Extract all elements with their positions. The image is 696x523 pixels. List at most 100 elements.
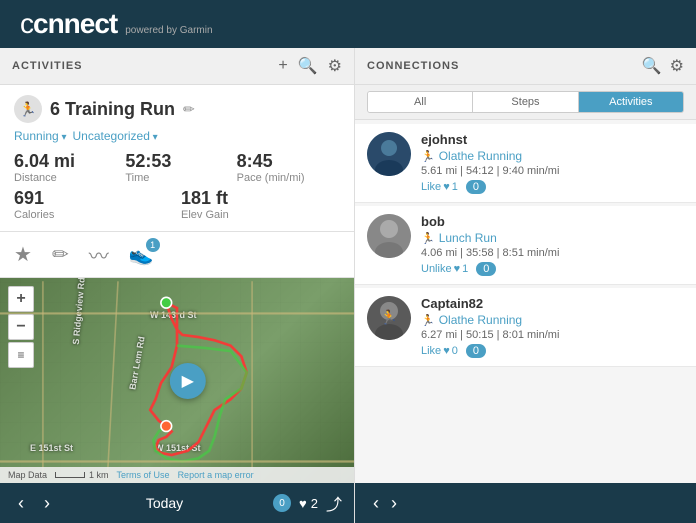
connections-title: CONNECTIONS (367, 60, 459, 72)
connections-header: CONNECTIONS 🔍 ⚙ (355, 48, 696, 85)
report-link[interactable]: Report a map error (178, 470, 254, 480)
like-label-captain82: Like (421, 345, 441, 357)
search-connections-button[interactable]: 🔍 (642, 56, 662, 76)
run-icon-3: 🏃 (421, 314, 435, 327)
like-ejohnst-button[interactable]: Like♥ 1 (421, 181, 458, 193)
logo: ccnnect (20, 8, 117, 40)
svg-text:🏃: 🏃 (380, 309, 397, 325)
conn-stats-ejohnst: 5.61 mi | 54:12 | 9:40 min/mi (421, 165, 684, 177)
zoom-out-button[interactable]: − (8, 314, 34, 340)
like-count: 2 (311, 496, 318, 511)
pace-value: 8:45 (237, 151, 340, 172)
search-activities-button[interactable]: 🔍 (298, 56, 318, 76)
conn-stats-captain82: 6.27 mi | 50:15 | 8:01 min/mi (421, 329, 684, 341)
edit-activity-icon[interactable]: ✏ (183, 101, 195, 118)
activities-bottom-nav: ‹ › Today 0 ♥ 2 ⤴ (0, 483, 354, 523)
stat-distance: 6.04 mi Distance (14, 151, 117, 184)
powered-by-text: powered by Garmin (125, 25, 212, 36)
comment-bob-button[interactable]: 0 (476, 262, 496, 276)
like-captain82-button[interactable]: Like♥ 0 (421, 345, 458, 357)
conn-activity-row-2: 🏃 Lunch Run (421, 231, 684, 245)
nav-prev-button[interactable]: ‹ (12, 491, 30, 516)
unlike-label-bob: Unlike (421, 263, 452, 275)
activity-run-icon: 🏃 (14, 95, 42, 123)
pace-label: Pace (min/mi) (237, 172, 340, 184)
comment-ejohnst-button[interactable]: 0 (466, 180, 486, 194)
conn-stats-bob: 4.06 mi | 35:58 | 8:51 min/mi (421, 247, 684, 259)
add-activity-button[interactable]: + (278, 57, 287, 75)
run-icon-1: 🏃 (421, 150, 435, 163)
connections-bottom-nav: ‹ › (355, 483, 696, 523)
time-label: Time (125, 172, 228, 184)
activities-panel: ACTIVITIES + 🔍 ⚙ 🏃 6 Training Run ✏ Runn… (0, 48, 355, 523)
connection-item: 🏃 Captain82 🏃 Olathe Running 6.27 mi | 5… (355, 288, 696, 367)
comment-captain82-button[interactable]: 0 (466, 344, 486, 358)
tab-activities[interactable]: Activities (579, 92, 683, 112)
activity-name-captain82[interactable]: Olathe Running (439, 313, 522, 327)
like-label-ejohnst: Like (421, 181, 441, 193)
tab-steps[interactable]: Steps (473, 92, 578, 112)
nav-today-label: Today (64, 495, 265, 511)
activity-action-bar: ★ ✏ 〰 👟 1 (0, 232, 354, 278)
main-content: ACTIVITIES + 🔍 ⚙ 🏃 6 Training Run ✏ Runn… (0, 48, 696, 523)
conn-activity-row-3: 🏃 Olathe Running (421, 313, 684, 327)
username-captain82: Captain82 (421, 296, 684, 311)
distance-value: 6.04 mi (14, 151, 117, 172)
like-count-ejohnst: 1 (452, 181, 458, 193)
map-controls: + − ≡ (8, 286, 34, 368)
activity-stats-secondary: 691 Calories 181 ft Elev Gain (14, 188, 340, 221)
stat-time: 52:53 Time (125, 151, 228, 184)
activity-category-tag[interactable]: Uncategorized (73, 129, 158, 143)
conn-info-bob: bob 🏃 Lunch Run 4.06 mi | 35:58 | 8:51 m… (421, 214, 684, 276)
unlike-bob-button[interactable]: Unlike♥ 1 (421, 263, 468, 275)
activity-name-bob[interactable]: Lunch Run (439, 231, 497, 245)
avatar-ejohnst (367, 132, 411, 176)
run-icon-2: 🏃 (421, 232, 435, 245)
connections-list: ejohnst 🏃 Olathe Running 5.61 mi | 54:12… (355, 120, 696, 483)
conn-actions-bob: Unlike♥ 1 0 (421, 262, 684, 276)
activity-type-tag[interactable]: Running (14, 129, 67, 143)
connections-header-icons: 🔍 ⚙ (642, 56, 684, 76)
conn-info-ejohnst: ejohnst 🏃 Olathe Running 5.61 mi | 54:12… (421, 132, 684, 194)
activity-like-section[interactable]: ♥ 2 (299, 496, 318, 511)
elevation-value: 181 ft (181, 188, 340, 209)
connections-tabs: All Steps Activities (355, 85, 696, 120)
activities-header: ACTIVITIES + 🔍 ⚙ (0, 48, 354, 85)
username-bob: bob (421, 214, 684, 229)
activity-detail: 🏃 6 Training Run ✏ Running Uncategorized… (0, 85, 354, 232)
nav-next-button[interactable]: › (38, 491, 56, 516)
edit-button[interactable]: ✏ (52, 242, 69, 267)
favorite-button[interactable]: ★ (14, 242, 32, 267)
map-area[interactable]: S Ridgeview Rd W 143rd St Barr Lem Rd E … (0, 278, 354, 483)
play-route-button[interactable]: ▶ (170, 363, 206, 399)
zoom-in-button[interactable]: + (8, 286, 34, 312)
activities-title: ACTIVITIES (12, 60, 83, 72)
activity-title: 6 Training Run (50, 99, 175, 120)
elevation-label: Elev Gain (181, 209, 340, 221)
conn-nav-prev-button[interactable]: ‹ (367, 491, 385, 516)
terms-link[interactable]: Terms of Use (117, 470, 170, 480)
settings-connections-button[interactable]: ⚙ (670, 56, 684, 76)
top-bar: ccnnect powered by Garmin (0, 0, 696, 48)
share-button[interactable]: ⤴ (326, 491, 342, 515)
conn-actions-captain82: Like♥ 0 0 (421, 344, 684, 358)
distance-label: Distance (14, 172, 117, 184)
username-ejohnst: ejohnst (421, 132, 684, 147)
shoe-button[interactable]: 👟 1 (129, 242, 154, 267)
like-count-captain82: 0 (452, 345, 458, 357)
activity-comment-badge[interactable]: 0 (273, 494, 291, 512)
settings-activities-button[interactable]: ⚙ (328, 56, 342, 76)
stat-calories: 691 Calories (14, 188, 173, 221)
activity-tags: Running Uncategorized (14, 129, 340, 143)
conn-nav-next-button[interactable]: › (385, 491, 403, 516)
calories-label: Calories (14, 209, 173, 221)
shoe-badge: 1 (146, 238, 160, 252)
activity-name-ejohnst[interactable]: Olathe Running (439, 149, 522, 163)
tab-all[interactable]: All (368, 92, 473, 112)
map-data-label: Map Data (8, 470, 47, 480)
activity-stats-primary: 6.04 mi Distance 52:53 Time 8:45 Pace (m… (14, 151, 340, 184)
connection-item: ejohnst 🏃 Olathe Running 5.61 mi | 54:12… (355, 124, 696, 203)
map-layer-button[interactable]: ≡ (8, 342, 34, 368)
chart-button[interactable]: 〰 (89, 240, 109, 269)
avatar-bob (367, 214, 411, 258)
